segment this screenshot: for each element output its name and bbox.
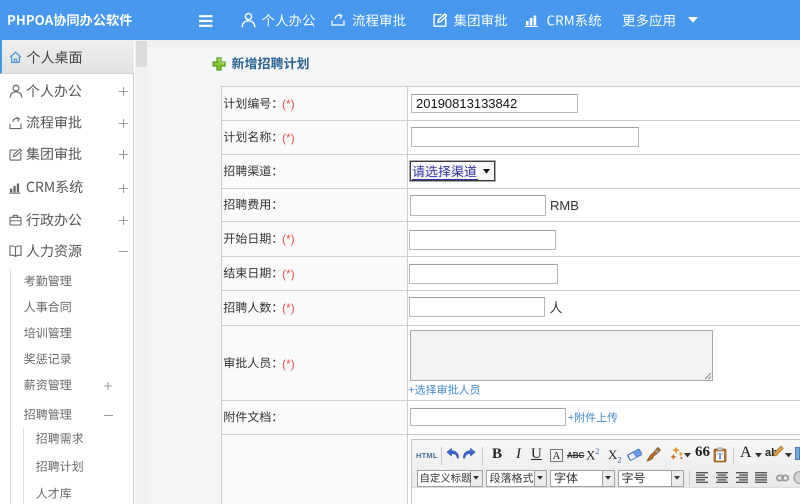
svg-text:T: T [717, 452, 723, 461]
